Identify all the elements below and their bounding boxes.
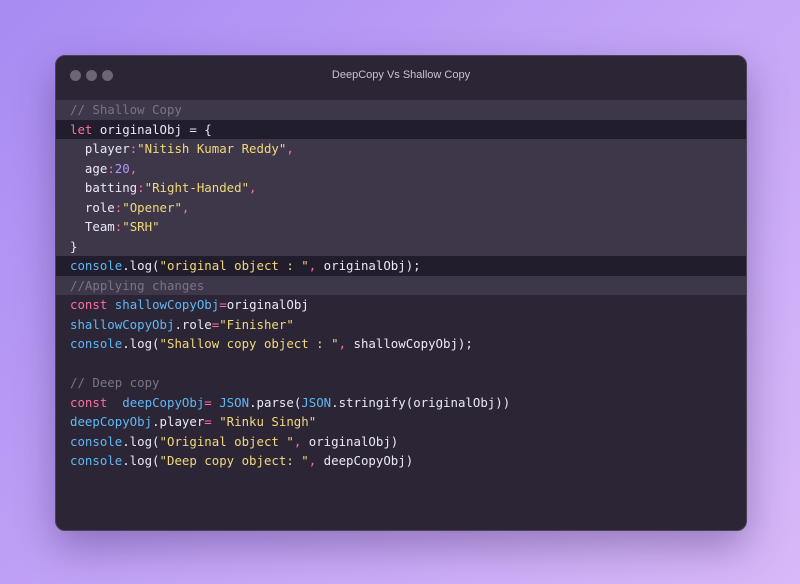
- code-line: console.log("Original object ", original…: [56, 432, 746, 452]
- code-line: console.log("Deep copy object: ", deepCo…: [56, 451, 746, 471]
- closing-brace: }: [70, 238, 78, 254]
- colon: :: [137, 180, 145, 195]
- comma: ,: [308, 453, 324, 468]
- string-literal: "Rinku Singh": [219, 414, 317, 429]
- identifier: deepCopyObj: [70, 414, 153, 429]
- argument: originalObj): [308, 433, 399, 449]
- property: .player: [152, 414, 205, 429]
- argument: deepCopyObj): [323, 453, 414, 468]
- property-key: batting: [70, 180, 138, 195]
- argument: (originalObj)): [405, 394, 511, 410]
- code-line: Team:"SRH": [56, 217, 746, 237]
- string-literal: "Right-Handed": [144, 180, 250, 195]
- string-literal: "Deep copy object: ": [159, 453, 309, 468]
- title-bar: DeepCopy Vs Shallow Copy: [56, 56, 746, 96]
- comma: ,: [249, 180, 257, 195]
- comma: ,: [286, 141, 294, 156]
- property: .role: [174, 316, 212, 332]
- comma: ,: [293, 433, 309, 449]
- string-literal: "original object : ": [159, 258, 309, 273]
- code-line: //Applying changes: [56, 275, 746, 295]
- keyword: const: [70, 394, 108, 410]
- operator: =: [204, 394, 220, 410]
- identifier: console: [70, 336, 123, 351]
- code-line: player:"Nitish Kumar Reddy",: [56, 139, 746, 159]
- method-call: .log(: [122, 453, 160, 468]
- window-title: DeepCopy Vs Shallow Copy: [331, 69, 471, 81]
- identifier: originalObj = {: [92, 121, 212, 137]
- code-line: const deepCopyObj= JSON.parse(JSON.strin…: [56, 393, 746, 413]
- identifier: console: [70, 453, 123, 468]
- comment: //Applying changes: [70, 277, 205, 293]
- method-call: .log(: [122, 258, 160, 273]
- code-line: }: [56, 236, 746, 256]
- string-literal: "Opener": [122, 199, 182, 215]
- method-call: .parse(: [249, 394, 302, 410]
- code-line: // Deep copy: [56, 373, 746, 393]
- property-key: player: [70, 141, 130, 156]
- comma: ,: [338, 336, 354, 351]
- string-literal: "Original object ": [159, 433, 294, 449]
- property-key: role: [70, 199, 115, 215]
- code-line: deepCopyObj.player= "Rinku Singh": [56, 412, 746, 432]
- method-call: .stringify: [331, 394, 406, 410]
- property-key: Team: [70, 219, 115, 234]
- identifier: console: [70, 258, 123, 273]
- argument: originalObj);: [323, 258, 421, 273]
- code-line: role:"Opener",: [56, 197, 746, 217]
- code-line: shallowCopyObj.role="Finisher": [56, 315, 746, 335]
- identifier: originalObj: [226, 297, 309, 312]
- identifier: JSON: [301, 394, 332, 410]
- code-line: // Shallow Copy: [56, 100, 746, 120]
- string-literal: "SRH": [122, 219, 160, 234]
- identifier: deepCopyObj: [107, 394, 205, 410]
- code-line: const shallowCopyObj=originalObj: [56, 295, 746, 315]
- operator: =: [219, 297, 227, 312]
- keyword: const: [70, 297, 108, 312]
- operator: =: [204, 414, 220, 429]
- identifier: console: [70, 433, 123, 449]
- colon: :: [107, 160, 115, 176]
- identifier: shallowCopyObj: [70, 316, 175, 332]
- code-line: age:20,: [56, 158, 746, 178]
- comment: // Deep copy: [70, 375, 160, 390]
- comma: ,: [129, 160, 138, 176]
- code-line: console.log("Shallow copy object : ", sh…: [56, 334, 746, 354]
- string-literal: "Finisher": [219, 316, 294, 332]
- code-window: DeepCopy Vs Shallow Copy // Shallow Copy…: [55, 55, 747, 531]
- argument: shallowCopyObj);: [353, 336, 473, 351]
- string-literal: "Shallow copy object : ": [159, 336, 339, 351]
- comma: ,: [181, 199, 190, 215]
- keyword: let: [70, 121, 93, 137]
- code-line: batting:"Right-Handed",: [56, 178, 746, 198]
- number-literal: 20: [114, 160, 130, 176]
- method-call: .log(: [122, 433, 160, 449]
- property-key: age: [70, 160, 108, 176]
- identifier: shallowCopyObj: [107, 297, 220, 312]
- identifier: JSON: [219, 394, 250, 410]
- comma: ,: [308, 258, 324, 273]
- method-call: .log(: [122, 336, 160, 351]
- code-block: // Shallow Copy let originalObj = { play…: [56, 100, 746, 471]
- code-line: let originalObj = {: [56, 119, 746, 139]
- code-line: console.log("original object : ", origin…: [56, 256, 746, 276]
- comment: // Shallow Copy: [70, 102, 182, 117]
- string-literal: "Nitish Kumar Reddy": [137, 141, 287, 156]
